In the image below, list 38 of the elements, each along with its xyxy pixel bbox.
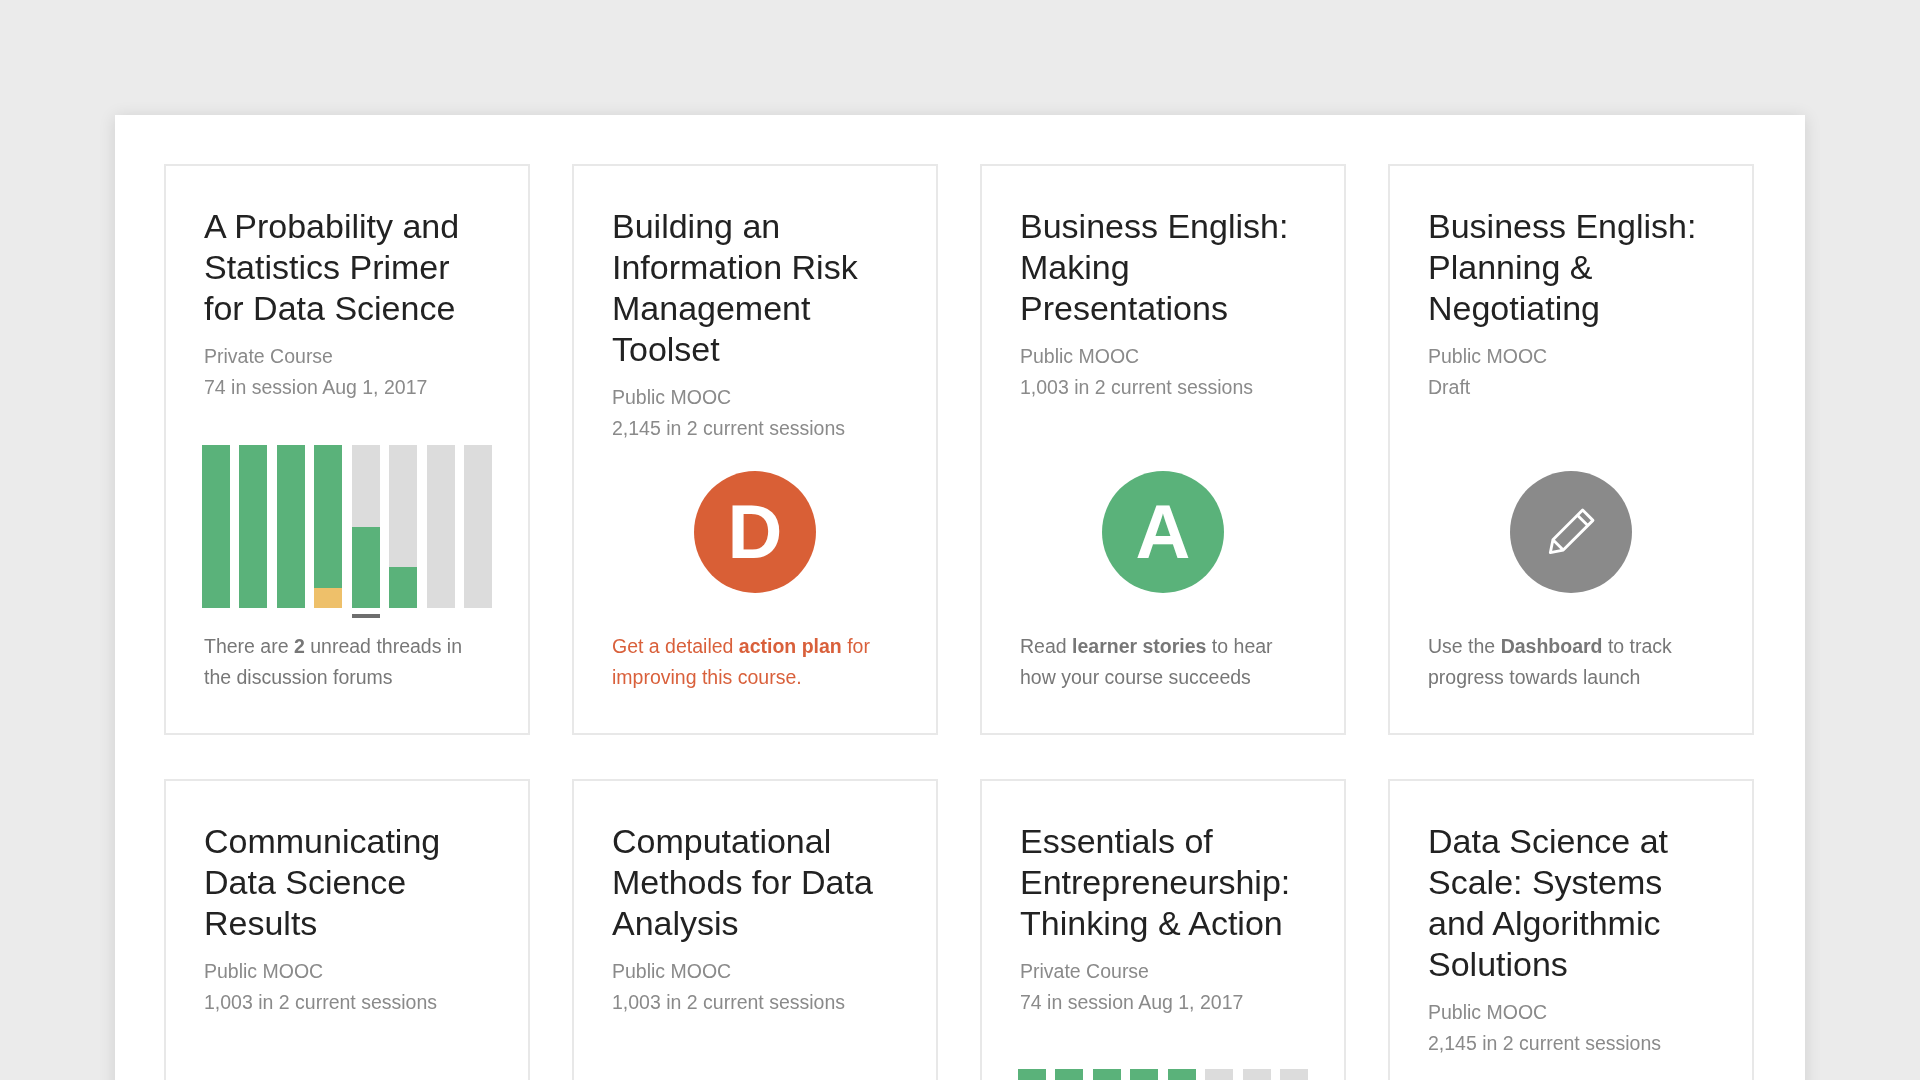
course-type: Public MOOC — [204, 959, 325, 984]
course-card[interactable]: Essentials of Entrepreneurship: Thinking & Action Private Course 74 in session Aug 1, 2017 — [980, 779, 1346, 1080]
course-sessions: 74 in session Aug 1, 2017 — [204, 375, 429, 400]
course-type: Public MOOC — [612, 385, 733, 410]
grade-badge: A — [1102, 470, 1224, 593]
course-tip: Read learner stories to hear how your course succeeds — [1020, 634, 1274, 690]
course-title: Data Science at Scale: Systems and Algorithmic Solutions — [1428, 821, 1670, 985]
course-title: Computational Methods for Data Analysis — [612, 821, 874, 944]
course-sessions: 74 in session Aug 1, 2017 — [1020, 990, 1245, 1015]
grade-badge: D — [694, 470, 816, 593]
course-card[interactable]: Building an Information Risk Management Toolset Public MOOC 2,145 in 2 current sessions D Get a detailed action plan for improving this course. — [572, 164, 938, 735]
course-type: Private Course — [204, 344, 334, 369]
course-title: A Probability and Statistics Primer for Data Science — [204, 206, 461, 329]
course-title: Business English: Making Presentations — [1020, 206, 1290, 329]
course-title: Communicating Data Science Results — [204, 821, 442, 944]
course-type: Public MOOC — [1020, 344, 1141, 369]
course-tip: Use the Dashboard to track progress towards launch — [1428, 634, 1673, 690]
course-sessions: 2,145 in 2 current sessions — [612, 416, 847, 441]
course-card[interactable]: Business English: Planning & Negotiating Public MOOC Draft Use the Dashboard to track progress towards launch — [1388, 164, 1754, 735]
course-card[interactable]: Business English: Making Presentations Public MOOC 1,003 in 2 current sessions A Read learner stories to hear how your course succeeds — [980, 164, 1346, 735]
course-tip: There are 2 unread threads in the discussion forums — [204, 634, 464, 690]
course-type: Public MOOC — [1428, 1000, 1549, 1025]
course-card[interactable]: Data Science at Scale: Systems and Algorithmic Solutions Public MOOC 2,145 in 2 current sessions — [1388, 779, 1754, 1080]
course-card[interactable]: Computational Methods for Data Analysis Public MOOC 1,003 in 2 current sessions — [572, 779, 938, 1080]
course-sessions: 1,003 in 2 current sessions — [612, 990, 847, 1015]
course-sessions: Draft — [1428, 375, 1472, 400]
course-sessions: 1,003 in 2 current sessions — [1020, 375, 1255, 400]
course-card[interactable]: Communicating Data Science Results Public MOOC 1,003 in 2 current sessions — [164, 779, 530, 1080]
course-type: Public MOOC — [1428, 344, 1549, 369]
course-type: Public MOOC — [612, 959, 733, 984]
course-tip: Get a detailed action plan for improving this course. — [612, 634, 871, 690]
course-type: Private Course — [1020, 959, 1150, 984]
course-sessions: 2,145 in 2 current sessions — [1428, 1031, 1663, 1056]
course-title: Essentials of Entrepreneurship: Thinking & Action — [1020, 821, 1292, 944]
course-card[interactable]: A Probability and Statistics Primer for Data Science Private Course 74 in session Aug 1, 2017 There are 2 unread threads in the discussion forums — [164, 164, 530, 735]
course-title: Business English: Planning & Negotiating — [1428, 206, 1698, 329]
course-title: Building an Information Risk Management Toolset — [612, 206, 859, 370]
course-sessions: 1,003 in 2 current sessions — [204, 990, 439, 1015]
